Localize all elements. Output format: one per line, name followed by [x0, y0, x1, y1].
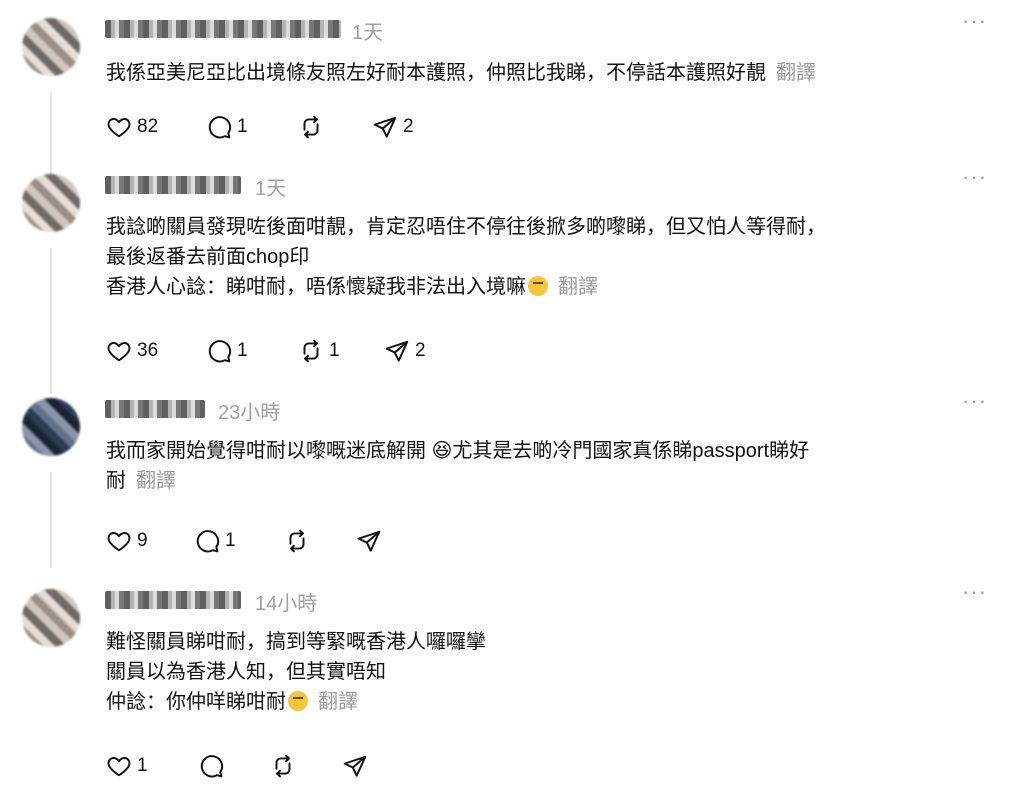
repost-icon [289, 529, 305, 553]
repost-icon [275, 754, 291, 778]
comment-button[interactable]: 1 [206, 114, 248, 140]
share-button[interactable]: 2 [372, 114, 414, 140]
avatar[interactable] [22, 398, 80, 456]
comment-button[interactable] [198, 753, 229, 779]
like-button[interactable]: 9 [106, 528, 148, 554]
like-button[interactable]: 1 [106, 753, 148, 779]
translate-link[interactable]: 翻譯 [558, 276, 598, 298]
translate-link[interactable]: 翻譯 [318, 691, 358, 713]
repost-icon [303, 339, 319, 363]
share-icon [385, 340, 409, 362]
repost-button[interactable] [270, 753, 301, 779]
heart-icon [107, 118, 131, 138]
more-options-icon[interactable]: ··· [962, 164, 987, 190]
timestamp: 23小時 [218, 402, 281, 424]
username-blurred[interactable] [105, 591, 241, 609]
like-count: 9 [137, 530, 148, 551]
comment-text: 我而家開始覺得咁耐以嚟嘅迷底解開 😆尤其是去啲冷門國家真係睇passport睇好… [106, 436, 996, 496]
share-button[interactable] [342, 753, 373, 779]
avatar[interactable] [22, 589, 80, 647]
repost-count: 1 [329, 340, 340, 361]
like-count: 36 [137, 340, 159, 361]
like-count: 1 [137, 755, 148, 776]
more-options-icon[interactable]: ··· [962, 8, 987, 34]
share-button[interactable] [356, 528, 387, 554]
comment-line: 香港人心諗：睇咁耐，唔係懷疑我非法出入境嘛 翻譯 [106, 276, 598, 298]
share-button[interactable]: 2 [384, 338, 426, 364]
comment-count: 1 [237, 340, 248, 361]
comment-text: 難怪關員睇咁耐，搞到等緊嘅香港人囉囉攣 關員以為香港人知，但其實唔知 仲諗：你仲… [106, 627, 996, 717]
repost-icon [303, 115, 319, 139]
repost-button[interactable] [298, 114, 329, 140]
comment-button[interactable]: 1 [206, 338, 248, 364]
share-icon [357, 530, 381, 552]
translate-link[interactable]: 翻譯 [136, 470, 176, 492]
like-button[interactable]: 36 [106, 338, 158, 364]
comment-line: 仲諗：你仲咩睇咁耐 翻譯 [106, 691, 358, 713]
share-count: 2 [403, 116, 414, 137]
share-icon [343, 755, 367, 777]
timestamp: 1天 [255, 178, 287, 200]
comment-line: 最後返番去前面chop印 [106, 246, 310, 268]
timestamp: 1天 [352, 22, 384, 44]
repost-button[interactable]: 1 [298, 338, 340, 364]
thread-line [50, 472, 52, 568]
comment-line: 我而家開始覺得咁耐以嚟嘅迷底解開 😆尤其是去啲冷門國家真係睇passport睇好 [106, 440, 810, 462]
heart-icon [107, 342, 131, 362]
comment-line: 我係亞美尼亞比出境條友照左好耐本護照，仲照比我睇，不停話本護照好靚 翻譯 [106, 62, 816, 84]
comment-icon [196, 530, 220, 553]
username-blurred[interactable] [105, 176, 241, 194]
share-icon [373, 116, 397, 138]
comment-count: 1 [237, 116, 248, 137]
comment-icon [208, 340, 232, 363]
avatar[interactable] [22, 18, 80, 76]
translate-link[interactable]: 翻譯 [776, 62, 816, 84]
username-blurred[interactable] [105, 400, 205, 418]
face-with-raised-eyebrow-emoji [528, 276, 548, 296]
comment-text: 我係亞美尼亞比出境條友照左好耐本護照，仲照比我睇，不停話本護照好靚 翻譯 [106, 58, 996, 88]
more-options-icon[interactable]: ··· [962, 388, 987, 414]
timestamp: 14小時 [255, 593, 318, 615]
like-count: 82 [137, 116, 159, 137]
comment-icon [208, 116, 232, 139]
repost-button[interactable] [284, 528, 315, 554]
heart-icon [107, 532, 131, 552]
comment-text: 我諗啲關員發現咗後面咁靚，肯定忍唔住不停往後掀多啲嚟睇，但又怕人等得耐， 最後返… [106, 212, 996, 302]
comment-icon [200, 755, 224, 778]
thread-line [50, 248, 52, 394]
more-options-icon[interactable]: ··· [962, 579, 987, 605]
share-count: 2 [415, 340, 426, 361]
username-blurred[interactable] [105, 20, 341, 38]
avatar[interactable] [22, 174, 80, 232]
comment-line: 我諗啲關員發現咗後面咁靚，肯定忍唔住不停往後掀多啲嚟睇，但又怕人等得耐， [106, 216, 826, 238]
comment-count: 1 [225, 530, 236, 551]
comment-line: 關員以為香港人知，但其實唔知 [106, 661, 386, 683]
comment-button[interactable]: 1 [194, 528, 236, 554]
heart-icon [107, 757, 131, 777]
comment-line: 難怪關員睇咁耐，搞到等緊嘅香港人囉囉攣 [106, 631, 486, 653]
like-button[interactable]: 82 [106, 114, 158, 140]
face-with-raised-eyebrow-emoji [288, 691, 308, 711]
comment-line: 耐翻譯 [106, 470, 176, 492]
